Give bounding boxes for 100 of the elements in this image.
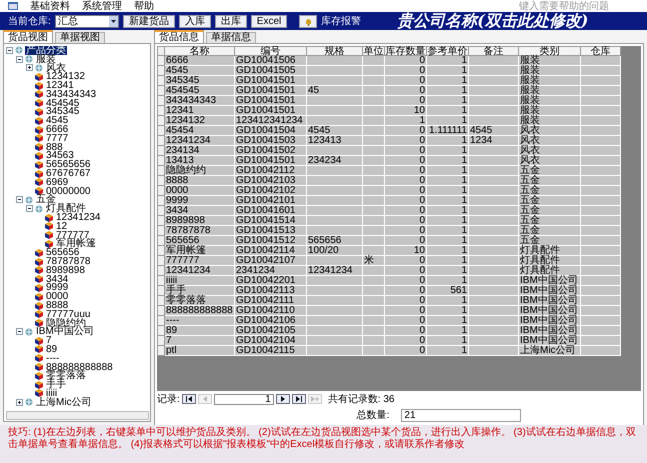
tab[interactable]: 单据视图 [55,32,105,43]
tab[interactable]: 单据信息 [206,32,256,43]
collapse-icon[interactable] [16,56,23,63]
tree-item[interactable]: 12341234 [55,213,102,222]
tree-item[interactable]: 4545 [45,116,70,126]
table-cell: 0 [385,346,427,356]
first-record-button[interactable] [182,394,196,404]
tree-item[interactable]: 78787878 [45,257,92,266]
tree-item[interactable]: 888888888888 [45,362,114,372]
tree-item[interactable]: 零零落落 [45,371,87,380]
toolbar-button[interactable]: 出库 [214,14,247,28]
table-cell: 服装 [519,106,581,116]
category-icon [35,64,43,72]
menu-item[interactable]: 基础资料 [30,0,70,12]
table-cell: 8989898 [165,216,235,226]
tree-item[interactable]: 9999 [45,283,70,292]
help-search-field[interactable]: 键入需要帮助的问题 [519,0,639,12]
company-title[interactable]: 贵公司名称(双击此处修改) [397,12,588,30]
table-cell: GD10042101 [235,196,307,206]
last-record-button[interactable] [292,394,306,404]
tree-item[interactable]: IBM中国公司 [35,327,95,336]
table-cell: 1 [427,96,469,106]
tree-item[interactable]: 6666 [45,125,70,134]
table-cell: 1 [427,336,469,346]
toolbar-button[interactable]: 新建货品 [122,14,175,28]
tree-item[interactable]: 灯具配件 [45,204,87,214]
toolbar-button[interactable]: Excel [250,14,288,28]
collapse-icon[interactable] [6,46,13,54]
tree-item[interactable]: 454545 [45,98,80,108]
tree-item[interactable]: 8989898 [45,266,86,275]
table-cell [307,186,363,196]
tree-item[interactable]: 343434343 [45,90,98,99]
table-cell: 0 [385,256,427,266]
table-cell: 12341 [165,106,235,116]
tree-item[interactable]: 565656 [45,248,80,258]
tab[interactable]: 货品视图 [3,30,53,43]
tree-item[interactable]: 手手 [45,380,67,390]
collapse-icon[interactable] [16,328,23,336]
record-number-field[interactable]: 1 [214,394,274,404]
warehouse-select[interactable]: 汇总 [54,14,119,28]
tree-item[interactable]: 五金 [35,195,57,204]
horizontal-scrollbar[interactable] [6,411,149,420]
tree-item[interactable]: 345345 [45,107,80,116]
tab[interactable]: 货品信息 [154,30,204,43]
tree-item[interactable]: 隐隐约约 [45,318,87,328]
tree-item[interactable]: 34563 [45,151,75,160]
expand-icon[interactable] [16,398,23,406]
next-record-button[interactable] [276,394,290,404]
table-cell: 0 [385,266,427,276]
tree-item[interactable]: 7777 [45,134,70,143]
tree-item[interactable]: 0000 [45,292,70,302]
table-cell [581,166,621,176]
table-cell [363,76,385,86]
tree-item[interactable]: 89 [45,345,58,354]
table-cell: 服装 [519,116,581,126]
tree-item[interactable]: 77777uuu [45,310,92,319]
tree-item[interactable]: 服装 [35,54,57,64]
menu-item[interactable]: 帮助 [134,0,154,12]
tree-item[interactable]: 军用帐篷 [55,239,97,248]
column-header[interactable]: 单位 [363,46,385,56]
table-cell [581,326,621,336]
alarm-button[interactable] [299,14,318,28]
tree-item[interactable]: iiiii [45,388,58,398]
table-cell: GD10041601 [235,206,307,216]
table-cell: 1 [385,116,427,126]
tree-item[interactable]: 56565656 [45,160,92,170]
column-header[interactable]: 类别 [519,46,581,56]
collapse-icon[interactable] [26,205,33,212]
tree-item[interactable]: 上海Mic公司 [35,398,93,407]
column-header[interactable]: 参考单价 [427,46,469,56]
expand-icon[interactable] [26,64,33,72]
toolbar-button[interactable]: 入库 [178,14,211,28]
tree-item[interactable]: 67676767 [45,169,92,178]
table-cell: 1 [427,136,469,146]
column-header[interactable]: 名称 [165,46,235,56]
tree-item[interactable]: 风衣 [45,64,67,72]
table-cell [307,76,363,86]
table-cell: ---- [165,316,235,326]
tree-item[interactable]: 3434 [45,274,70,284]
table-cell [581,126,621,136]
table-cell: 手手 [165,286,235,296]
category-icon [25,196,33,204]
tree-item[interactable]: 00000000 [45,186,92,196]
table-cell: 1 [427,66,469,76]
tree-item[interactable]: 1234132 [45,72,86,82]
table-cell [581,186,621,196]
column-header[interactable]: 编号 [235,46,307,56]
tree-item[interactable]: 6969 [45,178,70,187]
tree-item[interactable]: 12341 [45,81,75,90]
tree-item[interactable]: 888 [45,142,64,152]
corner-cell[interactable] [157,46,165,56]
tree-item[interactable]: ---- [45,354,60,363]
column-header[interactable]: 规格 [307,46,363,56]
total-field[interactable]: 21 [401,409,522,422]
tree-item[interactable]: 8888 [45,301,70,310]
tree-item[interactable]: 12 [55,222,68,231]
menu-item[interactable]: 系统管理 [82,0,122,12]
tree-item[interactable]: 7 [45,336,53,346]
collapse-icon[interactable] [16,196,23,204]
table-cell [581,346,621,356]
